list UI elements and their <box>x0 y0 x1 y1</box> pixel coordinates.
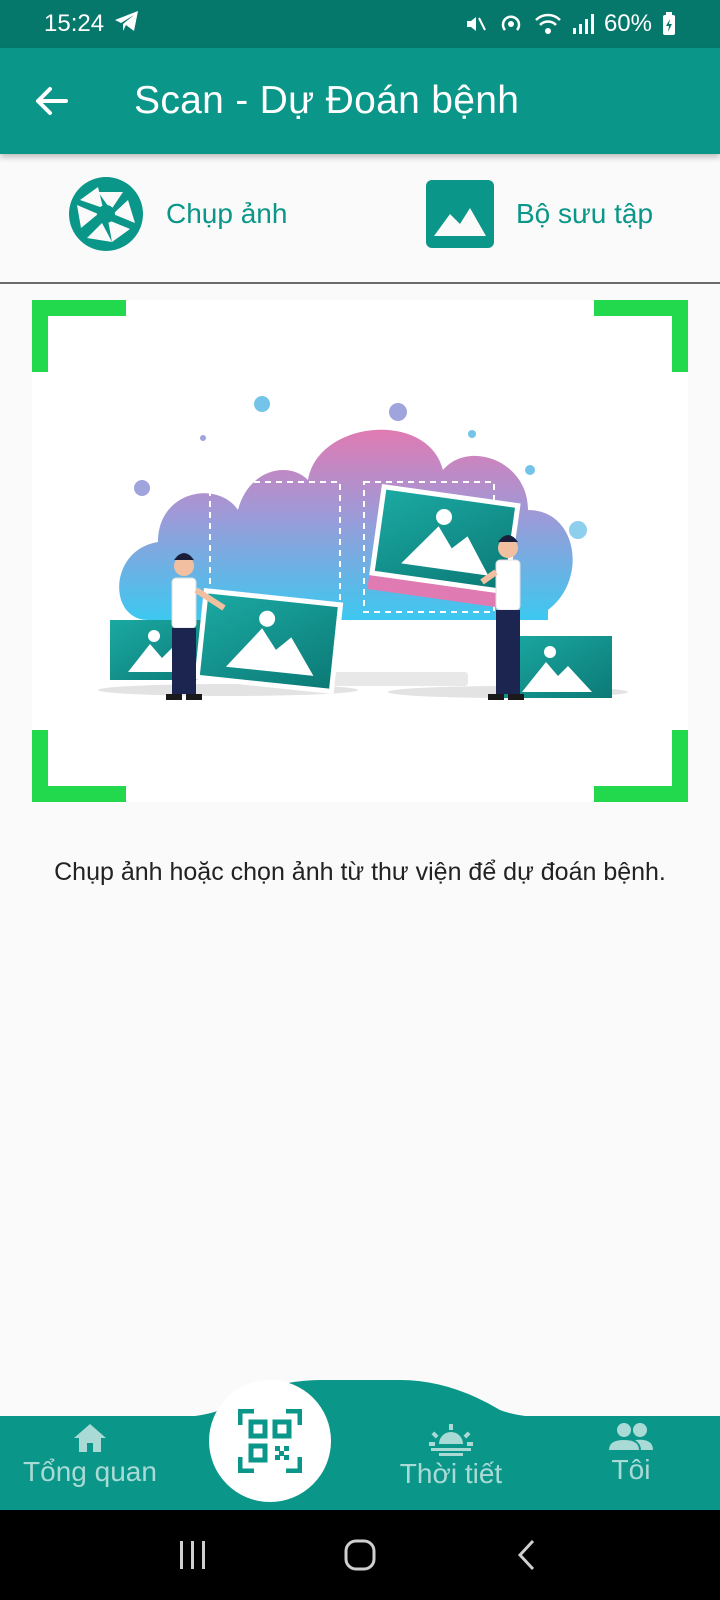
instruction-text: Chụp ảnh hoặc chọn ảnh từ thư viện để dự… <box>54 858 666 886</box>
source-actions: Chụp ảnh Bộ sưu tập <box>0 154 720 284</box>
nav-item-me[interactable]: Tôi <box>596 1422 666 1486</box>
scan-frame[interactable] <box>32 300 688 802</box>
signal-icon <box>572 13 594 35</box>
nav-label-weather: Thời tiết <box>399 1458 503 1489</box>
upload-photos-illustration <box>98 396 628 700</box>
gallery-button[interactable]: Bộ sưu tập <box>426 174 653 254</box>
back-button[interactable] <box>24 74 78 128</box>
people-icon <box>609 1423 653 1450</box>
battery-icon <box>662 12 676 36</box>
system-nav-bar <box>0 1510 720 1600</box>
scan-screen: 15:24 60% Scan - Dự Đoán bệnh Chụp ảnh B… <box>0 0 720 1600</box>
mute-icon <box>464 12 488 36</box>
battery-text: 60% <box>603 10 652 37</box>
scan-qr-button[interactable] <box>209 1380 331 1502</box>
frame-corner-bottom-right <box>594 730 688 802</box>
nav-item-overview[interactable]: Tổng quan <box>22 1422 158 1488</box>
gallery-label: Bộ sưu tập <box>516 198 654 229</box>
home-icon <box>74 1424 106 1452</box>
recent-apps-icon <box>180 1541 206 1569</box>
nav-label-overview: Tổng quan <box>23 1456 157 1487</box>
telegram-icon <box>114 10 140 39</box>
wifi-icon <box>534 12 562 36</box>
nav-item-weather[interactable]: Thời tiết <box>396 1422 506 1490</box>
take-photo-button[interactable]: Chụp ảnh <box>68 174 287 254</box>
app-bar: Scan - Dự Đoán bệnh <box>0 48 720 154</box>
status-time: 15:24 <box>44 10 105 37</box>
arrow-left-icon <box>36 87 68 115</box>
image-gallery-icon <box>426 180 494 248</box>
nav-label-me: Tôi <box>611 1454 651 1485</box>
take-photo-label: Chụp ảnh <box>166 198 288 229</box>
home-system-button[interactable] <box>330 1525 390 1585</box>
frame-corner-bottom-left <box>32 730 126 802</box>
home-circle-icon <box>344 1539 376 1571</box>
status-right: 60% <box>464 10 676 38</box>
qr-scan-icon <box>238 1409 302 1473</box>
chevron-left-icon <box>517 1539 534 1571</box>
recent-apps-button[interactable] <box>163 1525 223 1585</box>
camera-shutter-icon <box>69 177 143 251</box>
back-system-button[interactable] <box>497 1525 557 1585</box>
frame-corner-top-right <box>594 300 688 372</box>
status-bar: 15:24 60% <box>0 0 720 48</box>
frame-corner-top-left <box>32 300 126 372</box>
hotspot-icon <box>498 12 524 36</box>
status-left: 15:24 <box>44 10 140 39</box>
weather-sun-icon <box>429 1424 473 1456</box>
page-title: Scan - Dự Đoán bệnh <box>134 79 520 122</box>
